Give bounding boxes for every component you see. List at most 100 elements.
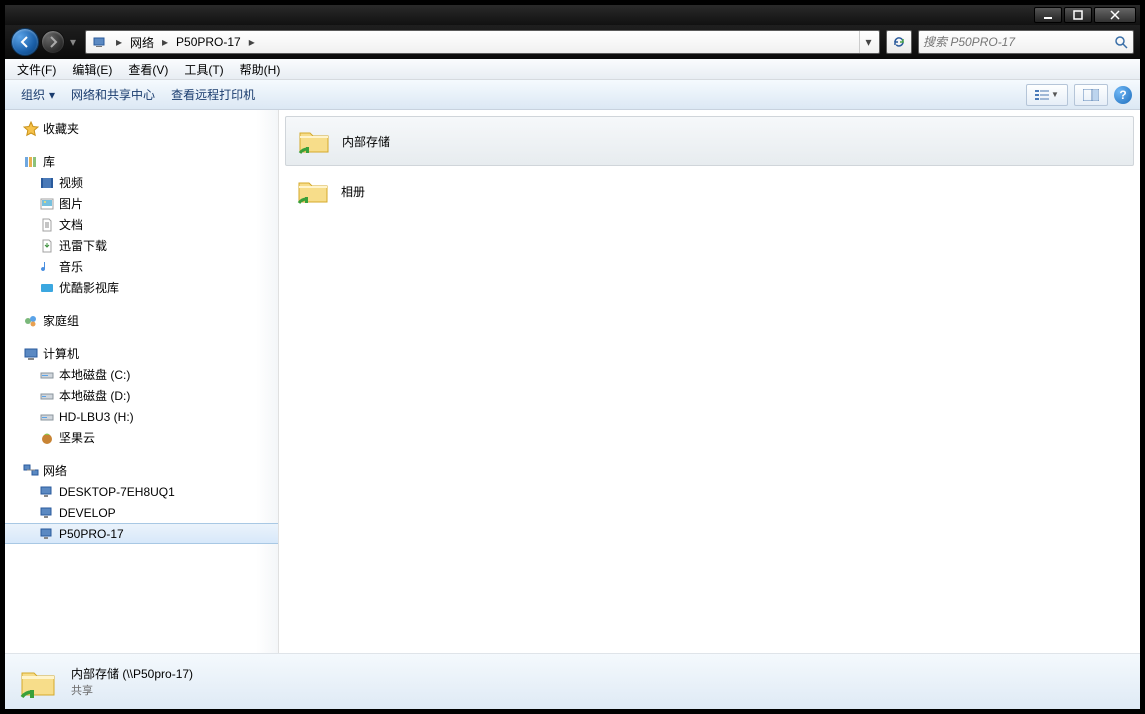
homegroup-heading[interactable]: 家庭组 xyxy=(5,310,278,331)
computer-heading[interactable]: 计算机 xyxy=(5,343,278,364)
computer-icon xyxy=(23,346,39,362)
host-label: P50PRO-17 xyxy=(59,527,124,541)
forward-button[interactable] xyxy=(41,30,65,54)
share-label: 内部存储 xyxy=(342,133,390,150)
menu-file[interactable]: 文件(F) xyxy=(9,59,64,80)
address-dropdown[interactable]: ▾ xyxy=(859,31,877,53)
drive-c[interactable]: 本地磁盘 (C:) xyxy=(5,364,278,385)
view-mode-button[interactable]: ▼ xyxy=(1026,84,1068,106)
drive-icon xyxy=(39,409,55,425)
library-videos[interactable]: 视频 xyxy=(5,172,278,193)
menu-edit[interactable]: 编辑(E) xyxy=(64,59,120,80)
nav-pane[interactable]: 收藏夹 库 视频 图片 xyxy=(5,110,279,653)
organize-label: 组织 xyxy=(21,86,45,103)
host-label: DESKTOP-7EH8UQ1 xyxy=(59,485,175,499)
menu-tools[interactable]: 工具(T) xyxy=(176,59,231,80)
explorer-window: ▾ ▸ 网络 ▸ P50PRO-17 ▸ ▾ 文件(F) 编辑(E) 查看(V) xyxy=(4,4,1141,710)
nav-history-dropdown[interactable]: ▾ xyxy=(67,32,79,52)
content-pane[interactable]: 内部存储 相册 xyxy=(279,110,1140,653)
share-album[interactable]: 相册 xyxy=(285,166,1134,216)
drive-nutstore[interactable]: 坚果云 xyxy=(5,427,278,448)
host-desktop[interactable]: DESKTOP-7EH8UQ1 xyxy=(5,481,278,502)
drive-icon xyxy=(39,388,55,404)
folder-share-icon xyxy=(295,173,331,209)
library-item-label: 视频 xyxy=(59,174,83,191)
drive-label: 本地磁盘 (D:) xyxy=(59,387,130,404)
drive-h[interactable]: HD-LBU3 (H:) xyxy=(5,406,278,427)
details-text: 内部存储 (\\P50pro-17) 共享 xyxy=(71,665,193,698)
remote-printer-button[interactable]: 查看远程打印机 xyxy=(163,83,263,106)
library-item-label: 图片 xyxy=(59,195,83,212)
libraries-label: 库 xyxy=(43,153,55,170)
address-bar[interactable]: ▸ 网络 ▸ P50PRO-17 ▸ ▾ xyxy=(85,30,880,54)
network-heading[interactable]: 网络 xyxy=(5,460,278,481)
favorites-label: 收藏夹 xyxy=(43,120,79,137)
chevron-down-icon: ▼ xyxy=(1051,90,1059,99)
minimize-button[interactable] xyxy=(1034,7,1062,23)
menu-help[interactable]: 帮助(H) xyxy=(232,59,289,80)
libraries-heading[interactable]: 库 xyxy=(5,151,278,172)
breadcrumb-network[interactable]: 网络 xyxy=(126,32,158,52)
breadcrumb-chevron[interactable]: ▸ xyxy=(245,32,259,52)
drive-icon xyxy=(39,367,55,383)
refresh-button[interactable] xyxy=(886,30,912,54)
close-button[interactable] xyxy=(1094,7,1136,23)
library-music[interactable]: 音乐 xyxy=(5,256,278,277)
video-icon xyxy=(39,175,55,191)
drive-d[interactable]: 本地磁盘 (D:) xyxy=(5,385,278,406)
computer-label: 计算机 xyxy=(43,345,79,362)
drive-label: HD-LBU3 (H:) xyxy=(59,410,134,424)
search-box[interactable] xyxy=(918,30,1134,54)
network-center-button[interactable]: 网络和共享中心 xyxy=(63,83,163,106)
homegroup-icon xyxy=(23,313,39,329)
breadcrumb-root-chevron[interactable]: ▸ xyxy=(112,32,126,52)
share-internal-storage[interactable]: 内部存储 xyxy=(285,116,1134,166)
breadcrumb-chevron[interactable]: ▸ xyxy=(158,32,172,52)
host-develop[interactable]: DEVELOP xyxy=(5,502,278,523)
help-button[interactable]: ? xyxy=(1114,86,1132,104)
nav-buttons: ▾ xyxy=(11,28,79,56)
menu-bar: 文件(F) 编辑(E) 查看(V) 工具(T) 帮助(H) xyxy=(5,59,1140,80)
search-icon[interactable] xyxy=(1113,34,1129,50)
folder-share-icon xyxy=(17,661,59,703)
details-type: 共享 xyxy=(71,682,193,698)
search-input[interactable] xyxy=(923,35,1113,49)
library-item-label: 文档 xyxy=(59,216,83,233)
toolbar: 组织 ▾ 网络和共享中心 查看远程打印机 ▼ ? xyxy=(5,80,1140,110)
host-label: DEVELOP xyxy=(59,506,116,520)
breadcrumb-host[interactable]: P50PRO-17 xyxy=(172,32,245,52)
maximize-button[interactable] xyxy=(1064,7,1092,23)
library-item-label: 音乐 xyxy=(59,258,83,275)
favorites-heading[interactable]: 收藏夹 xyxy=(5,118,278,139)
library-item-label: 优酷影视库 xyxy=(59,279,119,296)
host-p50pro[interactable]: P50PRO-17 xyxy=(5,523,278,544)
back-button[interactable] xyxy=(11,28,39,56)
library-item-label: 迅雷下载 xyxy=(59,237,107,254)
download-icon xyxy=(39,238,55,254)
library-documents[interactable]: 文档 xyxy=(5,214,278,235)
star-icon xyxy=(23,121,39,137)
folder-share-icon xyxy=(296,123,332,159)
library-youku[interactable]: 优酷影视库 xyxy=(5,277,278,298)
share-label: 相册 xyxy=(341,183,365,200)
organize-button[interactable]: 组织 ▾ xyxy=(13,83,63,106)
music-icon xyxy=(39,259,55,275)
library-thunder[interactable]: 迅雷下载 xyxy=(5,235,278,256)
nutstore-icon xyxy=(39,430,55,446)
youku-icon xyxy=(39,280,55,296)
address-row: ▾ ▸ 网络 ▸ P50PRO-17 ▸ ▾ xyxy=(5,25,1140,59)
library-icon xyxy=(23,154,39,170)
host-icon xyxy=(39,526,55,542)
preview-pane-button[interactable] xyxy=(1074,84,1108,106)
library-pictures[interactable]: 图片 xyxy=(5,193,278,214)
picture-icon xyxy=(39,196,55,212)
menu-view[interactable]: 查看(V) xyxy=(120,59,176,80)
document-icon xyxy=(39,217,55,233)
body: 收藏夹 库 视频 图片 xyxy=(5,110,1140,653)
titlebar xyxy=(5,5,1140,25)
network-icon xyxy=(23,463,39,479)
host-icon xyxy=(39,505,55,521)
network-label: 网络 xyxy=(43,462,67,479)
homegroup-label: 家庭组 xyxy=(43,312,79,329)
details-pane: 内部存储 (\\P50pro-17) 共享 xyxy=(5,653,1140,709)
